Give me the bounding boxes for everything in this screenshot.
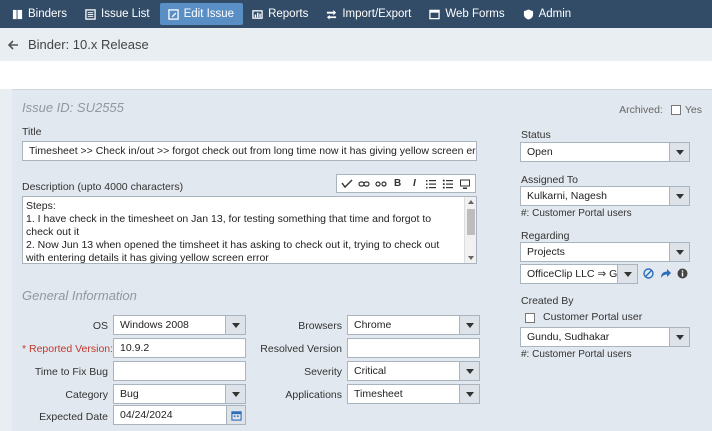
reported-version-label: * Reported Version: bbox=[22, 343, 114, 355]
applications-label: Applications bbox=[285, 389, 342, 401]
archived-label: Archived: bbox=[619, 104, 663, 116]
regarding-select[interactable]: Projects bbox=[520, 242, 690, 262]
chevron-down-icon bbox=[225, 385, 245, 403]
unlink-icon[interactable] bbox=[374, 177, 388, 191]
time-to-fix-input[interactable] bbox=[113, 361, 246, 381]
bullet-list-icon[interactable] bbox=[441, 177, 455, 191]
title-input[interactable]: Timesheet >> Check in/out >> forgot chec… bbox=[22, 141, 477, 161]
chevron-down-icon bbox=[669, 187, 689, 205]
spacer-strip bbox=[0, 61, 712, 89]
reports-icon bbox=[252, 9, 263, 19]
chevron-down-icon bbox=[459, 385, 479, 403]
assigned-hint: #: Customer Portal users bbox=[521, 208, 632, 219]
assigned-to-select[interactable]: Kulkarni, Nagesh bbox=[520, 186, 690, 206]
bold-button[interactable]: B bbox=[391, 177, 405, 191]
archived-yes-label: Yes bbox=[684, 104, 702, 116]
description-line: 2. Now Jun 13 when opened the timsheet i… bbox=[26, 239, 440, 264]
description-line: 1. I have check in the timesheet on Jan … bbox=[26, 213, 432, 238]
description-editor[interactable]: Steps: 1. I have check in the timesheet … bbox=[22, 196, 477, 264]
link-icon[interactable] bbox=[357, 177, 371, 191]
assigned-to-label: Assigned To bbox=[521, 174, 579, 186]
chevron-down-icon bbox=[459, 362, 479, 380]
category-label: Category bbox=[65, 389, 108, 401]
expected-date-input[interactable]: 04/24/2024 bbox=[113, 405, 227, 425]
browsers-select[interactable]: Chrome bbox=[347, 315, 480, 335]
category-select[interactable]: Bug bbox=[113, 384, 246, 404]
reported-version-input[interactable]: 10.9.2 bbox=[113, 338, 246, 358]
nav-web-forms[interactable]: Web Forms bbox=[421, 3, 513, 25]
general-info-title: General Information bbox=[22, 288, 137, 303]
scroll-down-icon[interactable] bbox=[468, 256, 474, 260]
chevron-down-icon bbox=[459, 316, 479, 334]
share-arrow-icon[interactable] bbox=[660, 268, 671, 279]
created-by-select[interactable]: Gundu, Sudhakar bbox=[520, 327, 690, 347]
back-arrow-icon[interactable] bbox=[6, 38, 20, 52]
severity-select[interactable]: Critical bbox=[347, 361, 480, 381]
description-line: Steps: bbox=[26, 200, 56, 212]
applications-select[interactable]: Timesheet bbox=[347, 384, 480, 404]
customer-portal-user-label: Customer Portal user bbox=[543, 311, 643, 323]
title-label: Title bbox=[22, 126, 42, 138]
scroll-thumb[interactable] bbox=[467, 209, 475, 235]
nav-admin[interactable]: Admin bbox=[515, 3, 581, 25]
calendar-button[interactable] bbox=[226, 405, 246, 425]
clear-icon[interactable] bbox=[643, 268, 654, 279]
os-label: OS bbox=[92, 320, 108, 332]
editor-scrollbar[interactable] bbox=[464, 197, 476, 263]
nav-reports[interactable]: Reports bbox=[244, 3, 317, 25]
spellcheck-icon[interactable] bbox=[340, 177, 354, 191]
nav-edit-issue[interactable]: Edit Issue bbox=[159, 3, 244, 25]
list-icon bbox=[85, 8, 96, 20]
severity-label: Severity bbox=[304, 366, 342, 378]
chevron-down-icon bbox=[669, 243, 689, 261]
description-label: Description (upto 4000 characters) bbox=[22, 181, 184, 193]
nav-issue-list[interactable]: Issue List bbox=[77, 3, 159, 25]
customer-portal-user-checkbox[interactable] bbox=[525, 313, 535, 323]
issue-id: Issue ID: SU2555 bbox=[22, 100, 124, 115]
time-to-fix-label: Time to Fix Bug bbox=[34, 366, 108, 378]
chevron-down-icon bbox=[225, 316, 245, 334]
breadcrumb: Binder: 10.x Release bbox=[0, 28, 712, 61]
expected-date-label: Expected Date bbox=[39, 411, 108, 423]
binders-icon bbox=[12, 9, 23, 19]
resolved-version-input[interactable] bbox=[347, 338, 480, 358]
regarding-item-select[interactable]: OfficeClip LLC ⇒ G... bbox=[520, 264, 638, 284]
nav-import-export[interactable]: Import/Export bbox=[318, 3, 420, 25]
top-nav: Binders Issue List Edit Issue Reports Im… bbox=[0, 0, 712, 28]
edit-icon bbox=[167, 8, 179, 20]
editor-toolbar: B I bbox=[336, 174, 476, 193]
status-select[interactable]: Open bbox=[520, 142, 690, 162]
chevron-down-icon bbox=[669, 328, 689, 346]
shield-icon bbox=[523, 8, 533, 20]
calendar-icon bbox=[230, 410, 242, 421]
nav-binders[interactable]: Binders bbox=[4, 3, 76, 25]
source-view-icon[interactable] bbox=[458, 177, 472, 191]
resolved-version-label: Resolved Version bbox=[260, 343, 342, 355]
ordered-list-icon[interactable] bbox=[424, 177, 438, 191]
archived-checkbox[interactable] bbox=[670, 105, 681, 115]
info-icon[interactable] bbox=[677, 268, 688, 279]
archived-toggle: Archived: Yes bbox=[619, 104, 702, 116]
created-hint: #: Customer Portal users bbox=[521, 349, 632, 360]
regarding-label: Regarding bbox=[521, 230, 570, 242]
os-select[interactable]: Windows 2008 bbox=[113, 315, 246, 335]
chevron-down-icon bbox=[617, 265, 637, 283]
web-forms-icon bbox=[429, 9, 441, 19]
page-title: Binder: 10.x Release bbox=[28, 37, 149, 52]
created-by-label: Created By bbox=[521, 295, 574, 307]
italic-button[interactable]: I bbox=[407, 177, 421, 191]
browsers-label: Browsers bbox=[298, 320, 342, 332]
scroll-up-icon[interactable] bbox=[468, 200, 474, 204]
import-export-icon bbox=[327, 9, 337, 20]
status-label: Status bbox=[521, 129, 551, 141]
chevron-down-icon bbox=[669, 143, 689, 161]
